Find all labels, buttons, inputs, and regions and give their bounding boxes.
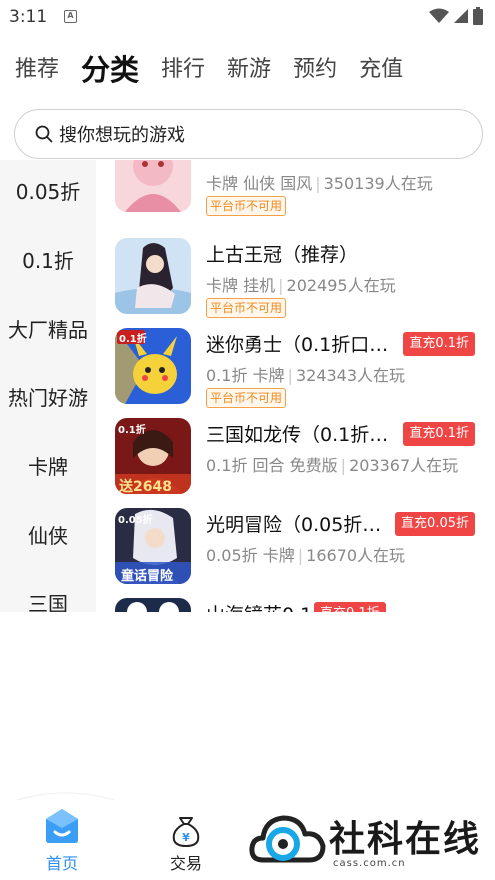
- game-item[interactable]: 卡牌 仙侠 国风 | 350139人在玩 平台币不可用: [96, 160, 495, 238]
- money-bag-icon: ¥: [172, 817, 200, 848]
- game-name: 三国如龙传（0.1折…: [206, 424, 389, 446]
- home-icon: [46, 809, 78, 843]
- category-item-xianxia[interactable]: 仙侠: [0, 520, 96, 549]
- tab-reservation[interactable]: 预约: [293, 52, 337, 88]
- category-item-three-kingdoms[interactable]: 三国: [0, 588, 96, 612]
- rebate-badge: 直充0.1折: [314, 602, 386, 612]
- game-tags: 0.1折 卡牌 | 324343人在玩: [206, 366, 406, 385]
- tab-new-games[interactable]: 新游: [227, 52, 271, 88]
- game-thumbnail: [115, 238, 191, 314]
- category-item-01[interactable]: 0.1折: [0, 245, 96, 274]
- svg-text:¥: ¥: [182, 831, 190, 844]
- game-item[interactable]: 上古王冠（推荐） 卡牌 挂机 | 202495人在玩 平台币不可用: [96, 238, 495, 328]
- battery-icon: [473, 7, 483, 25]
- game-name: 山海镜花0.1: [206, 600, 312, 612]
- game-tags: 0.05折 卡牌 | 16670人在玩: [206, 546, 406, 565]
- thumbnail-label: 0.05折: [118, 515, 153, 526]
- rebate-badge: 直充0.1折: [403, 422, 475, 446]
- watermark: 社科在线 cass.com.cn: [243, 800, 495, 880]
- game-list: 卡牌 仙侠 国风 | 350139人在玩 平台币不可用 上古王冠（推荐） 卡牌 挂机…: [96, 160, 495, 612]
- game-tags: 卡牌 挂机 | 202495人在玩: [206, 276, 396, 295]
- category-item-card[interactable]: 卡牌: [0, 451, 96, 480]
- nav-home-label: 首页: [45, 854, 78, 873]
- platform-coin-badge: 平台币不可用: [206, 388, 287, 408]
- status-time: 3:11: [9, 7, 48, 27]
- category-item-005[interactable]: 0.05折: [0, 176, 96, 205]
- game-item[interactable]: 0.05折 童话冒险 光明冒险（0.05折… 直充0.05折 0.05折 卡牌 |…: [96, 508, 495, 598]
- tab-recommend[interactable]: 推荐: [15, 52, 59, 88]
- status-bar: 3:11 A: [0, 0, 495, 34]
- thumbnail-banner: 送2648: [119, 479, 172, 494]
- thumbnail-label: 0.1折: [118, 425, 146, 436]
- search-icon: [35, 125, 53, 143]
- game-thumbnail: 0.1折 送2648: [115, 418, 191, 494]
- thumbnail-banner: 童话冒险: [121, 569, 174, 584]
- platform-coin-badge: 平台币不可用: [206, 196, 287, 216]
- nav-trade-label: 交易: [169, 854, 202, 873]
- game-item[interactable]: 0.1折 迷你勇士（0.1折口… 直充0.1折 0.1折 卡牌 | 324343人在…: [96, 328, 495, 418]
- search-bar[interactable]: 搜你想玩的游戏: [14, 109, 483, 159]
- category-tabs: 推荐 分类 排行 新游 预约 充值: [15, 52, 425, 88]
- game-thumbnail: [115, 160, 191, 212]
- game-name: 光明冒险（0.05折…: [206, 514, 382, 536]
- game-tags: 卡牌 仙侠 国风 | 350139人在玩: [206, 174, 433, 193]
- category-item-popular[interactable]: 热门好游: [0, 382, 96, 411]
- watermark-title: 社科在线: [329, 819, 482, 860]
- category-sidebar: 0.05折 0.1折 大厂精品 热门好游 卡牌 仙侠 三国: [0, 160, 96, 612]
- signal-icon: [454, 9, 468, 23]
- rebate-badge: 直充0.05折: [395, 512, 475, 536]
- thumbnail-label: 0.1折: [119, 334, 147, 345]
- rebate-badge: 直充0.1折: [403, 332, 475, 356]
- game-name: 迷你勇士（0.1折口…: [206, 334, 389, 356]
- game-thumbnail: 0.05折 童话冒险: [115, 508, 191, 584]
- tab-category[interactable]: 分类: [81, 52, 139, 88]
- game-name: 上古王冠（推荐）: [206, 244, 359, 266]
- game-item[interactable]: 山海镜花0.1 直充0.1折: [96, 598, 495, 612]
- game-tags: 0.1折 回合 免费版 | 203367人在玩: [206, 456, 459, 475]
- tab-recharge[interactable]: 充值: [359, 52, 403, 88]
- watermark-url: cass.com.cn: [333, 858, 406, 869]
- notification-icon: A: [64, 10, 77, 23]
- game-thumbnail: [115, 598, 191, 612]
- tab-ranking[interactable]: 排行: [161, 52, 205, 88]
- cloud-logo-icon: [249, 815, 326, 863]
- game-thumbnail: 0.1折: [115, 328, 191, 404]
- category-item-big-studio[interactable]: 大厂精品: [0, 314, 96, 343]
- search-placeholder: 搜你想玩的游戏: [59, 125, 185, 146]
- platform-coin-badge: 平台币不可用: [206, 298, 287, 318]
- game-item[interactable]: 0.1折 送2648 三国如龙传（0.1折… 直充0.1折 0.1折 回合 免费…: [96, 418, 495, 508]
- nav-trade[interactable]: ¥ 交易: [146, 800, 226, 874]
- nav-home[interactable]: 首页: [22, 800, 102, 874]
- wifi-icon: [429, 8, 449, 23]
